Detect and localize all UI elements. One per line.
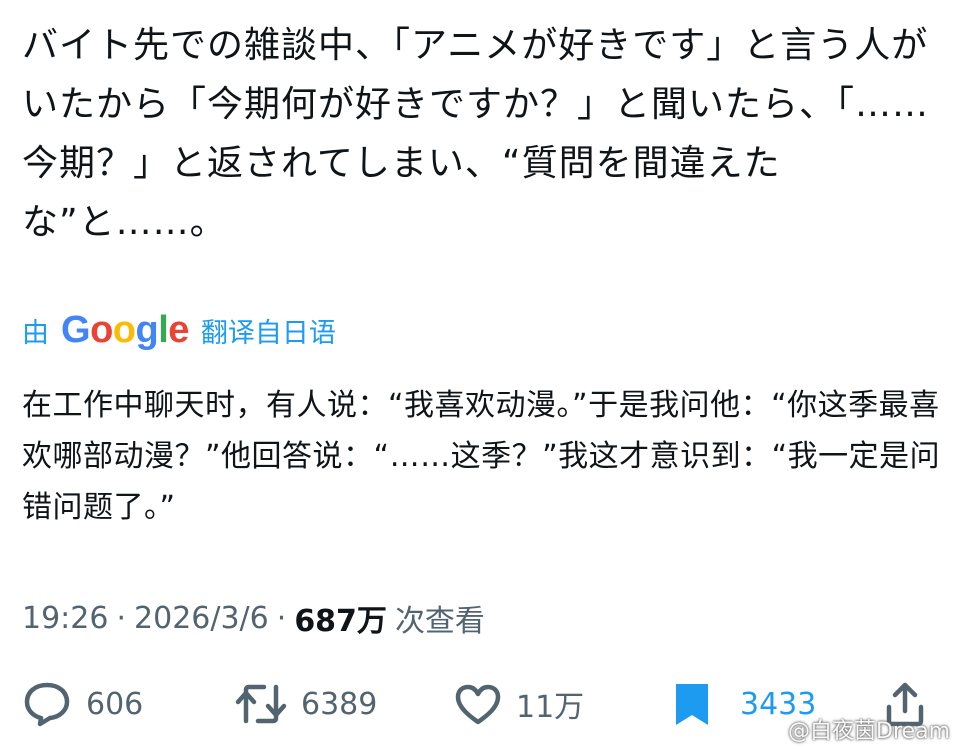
google-logo-letter: o (112, 308, 136, 351)
like-button[interactable]: 11万 (454, 676, 584, 732)
reply-count: 606 (86, 686, 144, 722)
tweet-time[interactable]: 19:26 (22, 601, 108, 636)
meta-separator: · (116, 600, 127, 636)
tweet-text: バイト先での雑談中、「アニメが好きです」と言う人がいたから「今期何が好きですか？… (22, 25, 930, 243)
google-logo-letter: e (168, 308, 189, 351)
tweet-meta: 19:26 · 2026/3/6 · 687万 次查看 (22, 596, 485, 640)
google-logo-letter: l (158, 308, 169, 351)
translated-by-label: 由 (22, 317, 49, 349)
bookmark-icon (676, 684, 708, 725)
reply-icon (24, 682, 70, 727)
repost-icon (235, 684, 287, 724)
view-count-label: 次查看 (394, 604, 485, 639)
translated-text: 在工作中聊天时，有人说：“我喜欢动漫。”于是我问他：“你这季最喜欢哪部动漫？”他… (22, 388, 941, 525)
google-logo-letter: o (90, 308, 113, 351)
translated-from-link[interactable]: 翻译自日语 (201, 311, 336, 350)
google-logo-letter: G (61, 308, 91, 351)
repost-count: 6389 (301, 686, 378, 722)
meta-separator: · (276, 600, 287, 636)
tweet-date[interactable]: 2026/3/6 (134, 601, 269, 636)
google-logo: Google (61, 309, 189, 352)
translation-attribution: 由 Google 翻译自日语 (22, 309, 336, 352)
like-count: 11万 (516, 690, 585, 725)
repost-button[interactable]: 6389 (235, 676, 377, 732)
google-logo-letter: g (135, 308, 159, 351)
reply-button[interactable]: 606 (22, 676, 143, 732)
view-count: 687万 (294, 604, 387, 639)
watermark: @白夜茵Dream (788, 719, 950, 744)
like-icon (455, 684, 501, 725)
